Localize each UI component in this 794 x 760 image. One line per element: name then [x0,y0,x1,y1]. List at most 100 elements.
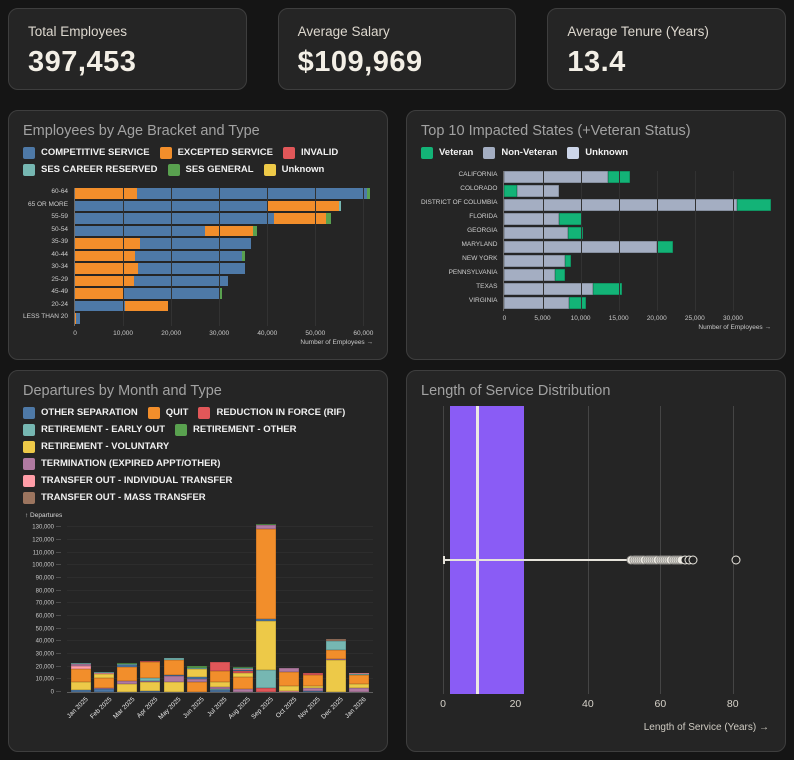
legend-item-excepted-service[interactable]: EXCEPTED SERVICE [159,146,273,159]
bar-segment-veteran[interactable] [555,269,565,281]
legend-item-unknown[interactable]: Unknown [567,146,628,159]
legend-item-retirement-other[interactable]: RETIREMENT - OTHER [175,423,297,436]
legend-item-retirement-voluntary[interactable]: RETIREMENT - VOLUNTARY [23,440,169,453]
bar-segment-veteran[interactable] [592,283,622,295]
bar-stack[interactable] [233,666,254,692]
bar-segment-excepted-service[interactable] [75,188,137,199]
bar-segment-excepted-service[interactable] [75,250,136,261]
bar-segment-retirement-voluntary[interactable] [186,669,207,678]
bar-segment-veteran[interactable] [656,241,673,253]
bar-segment-competitive-service[interactable] [75,300,125,311]
bar-segment-reduction-in-force-rif[interactable] [256,688,277,692]
bar-segment-quit[interactable] [140,662,161,679]
bar-segment-competitive-service[interactable] [139,238,252,249]
bar-segment-quit[interactable] [71,669,91,682]
bar-segment-quit[interactable] [279,671,300,687]
bar-segment-ses-general[interactable] [253,225,257,236]
bar-stack[interactable] [94,672,115,692]
box[interactable] [450,406,524,694]
bar-segment-competitive-service[interactable] [138,263,245,274]
bar-segment-excepted-service[interactable] [75,288,124,299]
legend-item-transfer-out-mass-transfer[interactable]: TRANSFER OUT - MASS TRANSFER [23,491,206,504]
bar-segment-quit[interactable] [256,528,277,620]
bar-stack[interactable] [256,523,277,692]
bar-stack[interactable] [117,663,138,692]
bar-segment-veteran[interactable] [559,213,583,225]
bar-segment-other-separation[interactable] [94,689,115,692]
bar-segment-quit[interactable] [302,674,323,686]
bar-segment-retirement-voluntary[interactable] [71,681,91,691]
bar-segment-ses-general[interactable] [366,188,370,199]
bar-segment-non-veteran[interactable] [504,269,556,281]
bar-segment-termination-expired-appt-other[interactable] [348,687,369,692]
bar-segment-quit[interactable] [94,678,115,689]
bar-segment-reduction-in-force-rif[interactable] [209,661,230,671]
legend-item-veteran[interactable]: Veteran [421,146,473,159]
bar-segment-other-separation[interactable] [71,690,91,692]
legend-item-transfer-out-individual-transfer[interactable]: TRANSFER OUT - INDIVIDUAL TRANSFER [23,474,232,487]
bar-segment-retirement-voluntary[interactable] [256,621,277,670]
bar-segment-other-separation[interactable] [140,690,161,692]
bar-segment-excepted-service[interactable] [267,200,339,211]
bar-segment-competitive-service[interactable] [75,213,274,224]
bar-stack[interactable] [302,673,323,692]
bar-segment-quit[interactable] [163,659,184,675]
bar-segment-competitive-service[interactable] [134,275,228,286]
bar-segment-non-veteran[interactable] [504,199,738,211]
legend-item-quit[interactable]: QUIT [147,406,188,419]
bar-segment-quit[interactable] [186,681,207,692]
bar-segment-excepted-service[interactable] [273,213,327,224]
bar-segment-veteran[interactable] [564,255,572,267]
bar-segment-competitive-service[interactable] [76,313,80,324]
bar-stack[interactable] [209,661,230,692]
bar-segment-non-veteran[interactable] [516,185,559,197]
bar-segment-retirement-voluntary[interactable] [325,660,346,692]
bar-segment-quit[interactable] [325,649,346,659]
bar-segment-termination-expired-appt-other[interactable] [233,688,254,692]
bar-segment-quit[interactable] [209,670,230,682]
outlier-ring-far[interactable] [731,555,741,565]
bar-stack[interactable] [163,657,184,692]
bar-segment-ses-general[interactable] [326,213,331,224]
legend-item-non-veteran[interactable]: Non-Veteran [483,146,557,159]
bar-segment-excepted-service[interactable] [75,275,135,286]
bar-stack[interactable] [279,667,300,692]
bar-segment-excepted-service[interactable] [205,225,254,236]
bar-segment-retirement-voluntary[interactable] [163,681,184,692]
bar-stack[interactable] [348,673,369,692]
legend-item-retirement-early-out[interactable]: RETIREMENT - EARLY OUT [23,423,165,436]
outlier-ring[interactable] [688,555,698,565]
bar-segment-veteran[interactable] [737,199,771,211]
bar-segment-veteran[interactable] [504,185,517,197]
legend-item-reduction-in-force-rif[interactable]: REDUCTION IN FORCE (RIF) [198,406,345,419]
legend-item-termination-expired-appt-other[interactable]: TERMINATION (EXPIRED APPT/OTHER) [23,457,220,470]
bar-stack[interactable] [71,663,91,692]
bar-segment-competitive-service[interactable] [75,225,206,236]
bar-segment-non-veteran[interactable] [504,297,570,309]
bar-segment-other-separation[interactable] [209,690,230,692]
bar-segment-transfer-out-individual-transfer[interactable] [279,691,300,692]
bar-segment-non-veteran[interactable] [504,227,568,239]
legend-item-ses-general[interactable]: SES GENERAL [167,163,254,176]
bar-segment-quit[interactable] [348,675,369,685]
bar-segment-excepted-service[interactable] [75,238,140,249]
bar-segment-ses-career-reserved[interactable] [338,200,341,211]
bar-stack[interactable] [186,665,207,692]
bar-segment-quit[interactable] [233,677,254,689]
bar-segment-excepted-service[interactable] [124,300,168,311]
legend-item-invalid[interactable]: INVALID [282,146,338,159]
legend-item-other-separation[interactable]: OTHER SEPARATION [23,406,138,419]
legend-item-unknown[interactable]: Unknown [263,163,324,176]
bar-stack[interactable] [140,661,161,692]
bar-segment-retirement-voluntary[interactable] [140,682,161,691]
legend-item-competitive-service[interactable]: COMPETITIVE SERVICE [23,146,150,159]
bar-segment-other-separation[interactable] [302,690,323,692]
bar-segment-non-veteran[interactable] [504,171,609,183]
bar-segment-non-veteran[interactable] [504,213,560,225]
bar-segment-retirement-voluntary[interactable] [117,683,138,692]
bar-segment-non-veteran[interactable] [504,283,593,295]
bar-stack[interactable] [325,639,346,692]
bar-segment-non-veteran[interactable] [504,255,565,267]
bar-segment-excepted-service[interactable] [75,263,139,274]
bar-segment-quit[interactable] [117,667,138,682]
